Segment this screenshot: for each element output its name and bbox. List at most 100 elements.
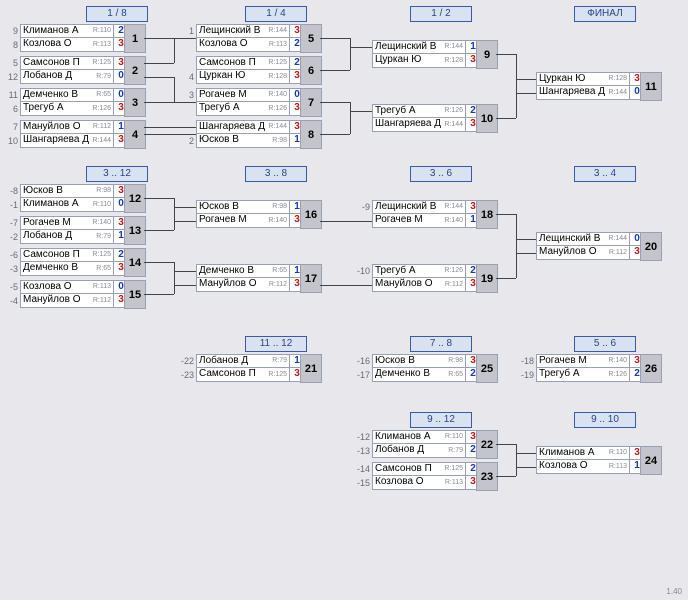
seed: 3 [178,88,194,102]
match: Цуркан ЮR:1283Шангаряева ДR:144011 [536,72,645,100]
player-row: Рогачев МR:1403 [196,214,305,228]
bracket-connector [516,444,517,476]
player-name: Трегуб АR:126 [536,368,630,382]
bracket-connector [320,70,350,71]
player-row: Лобанов ДR:792 [372,444,481,458]
bracket-connector [516,453,536,454]
player-name: Климанов АR:110 [372,430,466,444]
player-name: Рогачев МR:140 [196,214,290,228]
rating: R:113 [269,39,287,51]
player-row: Мануйлов ОR:1123 [372,278,481,292]
bracket-connector [496,444,516,445]
seed: -3 [2,262,18,276]
rating: R:128 [444,55,463,67]
player-row: Козлова ОR:1133 [372,476,481,490]
rating: R:110 [93,199,111,211]
bracket-connector [496,476,516,477]
rating: R:144 [268,121,287,133]
rating: R:128 [608,73,627,85]
match-number: 10 [476,104,498,133]
player-name: Рогачев МR:140 [536,354,630,368]
bracket-connector [516,239,536,240]
match-number: 15 [124,280,146,309]
round-header: 3 .. 6 [410,166,472,182]
player-name: Цуркан ЮR:128 [196,70,290,84]
round-header: 1 / 2 [410,6,472,22]
rating: R:112 [93,295,111,307]
bracket-connector [516,214,517,278]
player-name: Трегуб АR:126 [20,102,114,116]
match: Юсков ВR:981Рогачев МR:140316 [196,200,305,228]
match: -14Самсонов ПR:1252-15Козлова ОR:113323 [372,462,481,490]
rating: R:79 [96,71,111,83]
match: Демченко ВR:651Мануйлов ОR:112317 [196,264,305,292]
rating: R:65 [96,263,111,275]
seed: -7 [2,216,18,230]
player-row: Трегуб АR:1263 [196,102,305,116]
player-name: Рогачев МR:140 [196,88,290,102]
match-number: 20 [640,232,662,261]
bracket-connector [516,467,536,468]
rating: R:128 [268,71,287,83]
rating: R:65 [272,265,287,277]
player-name: Мануйлов ОR:112 [372,278,466,292]
player-row: Шангаряева ДR:1440 [536,86,645,100]
seed: -23 [178,368,194,382]
player-name: Шангаряева ДR:144 [196,120,290,134]
player-name: Цуркан ЮR:128 [536,72,630,86]
rating: R:79 [448,445,463,457]
player-row: Лобанов ДR:790 [20,70,129,84]
player-row: Рогачев МR:1403 [536,354,645,368]
bracket-connector [496,118,516,119]
rating: R:110 [609,447,627,459]
rating: R:113 [93,39,111,51]
player-name: Лещинский ВR:144 [536,232,630,246]
round-header: 5 .. 6 [574,336,636,352]
player-row: Мануйлов ОR:1123 [536,246,645,260]
bracket-connector [144,134,196,135]
match: -10Трегуб АR:1262Мануйлов ОR:112319 [372,264,481,292]
player-row: Козлова ОR:1133 [20,38,129,52]
seed: 9 [2,24,18,38]
player-name: Мануйлов ОR:112 [20,294,114,308]
player-row: Демченко ВR:652 [372,368,481,382]
rating: R:125 [268,57,287,69]
player-name: Лещинский ВR:144 [196,24,290,38]
player-name: Козлова ОR:113 [372,476,466,490]
rating: R:113 [609,461,627,473]
match-number: 14 [124,248,146,277]
player-name: Лещинский ВR:144 [372,40,466,54]
player-row: Самсонов ПR:1252 [372,462,481,476]
player-row: Цуркан ЮR:1283 [372,54,481,68]
player-name: Шангаряева ДR:144 [20,134,114,148]
player-name: Юсков ВR:98 [372,354,466,368]
player-row: Юсков ВR:981 [196,200,305,214]
bracket-connector [496,54,516,55]
player-row: Козлова ОR:1132 [196,38,305,52]
match: 5Самсонов ПR:125312Лобанов ДR:7902 [20,56,129,84]
rating: R:65 [448,369,463,381]
player-row: Мануйлов ОR:1121 [20,120,129,134]
rating: R:144 [444,201,463,213]
player-row: Лещинский ВR:1443 [372,200,481,214]
player-row: Шангаряева ДR:1443 [20,134,129,148]
player-row: Трегуб АR:1262 [372,104,481,118]
match-number: 6 [300,56,322,85]
seed: 11 [2,88,18,102]
bracket-connector [144,230,174,231]
player-row: Самсонов ПR:1252 [196,56,305,70]
bracket-connector [144,294,174,295]
player-row: Мануйлов ОR:1123 [20,294,129,308]
match-number: 7 [300,88,322,117]
rating: R:144 [92,135,111,147]
version-label: 1.40 [666,587,682,596]
seed: -10 [354,264,370,278]
round-header: 3 .. 8 [245,166,307,182]
bracket-connector [516,93,536,94]
match: Климанов АR:1103Козлова ОR:113124 [536,446,645,474]
match-number: 23 [476,462,498,491]
match: -5Козлова ОR:1130-4Мануйлов ОR:112315 [20,280,129,308]
match: -16Юсков ВR:983-17Демченко ВR:65225 [372,354,481,382]
player-name: Рогачев МR:140 [372,214,466,228]
seed: -16 [354,354,370,368]
